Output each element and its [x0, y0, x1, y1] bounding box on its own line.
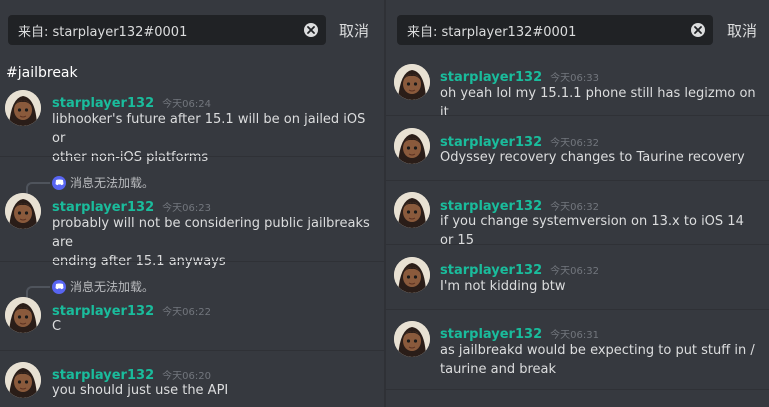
- message-content: probably will not be considering public …: [52, 214, 372, 271]
- reply-reference[interactable]: 消息无法加载。: [26, 174, 155, 198]
- discord-logo-icon: [52, 279, 66, 294]
- avatar[interactable]: [5, 90, 41, 126]
- message-line: oh yeah lol my 15.1.1 phone still has le…: [440, 86, 756, 120]
- search-query: 来自: starplayer132#0001: [18, 24, 188, 40]
- avatar[interactable]: [394, 128, 430, 164]
- divider: [0, 261, 384, 262]
- message-content: Odyssey recovery changes to Taurine reco…: [440, 148, 760, 167]
- divider: [386, 115, 769, 116]
- message-content: as jailbreakd would be expecting to put …: [440, 341, 760, 379]
- divider: [0, 350, 384, 351]
- author-name[interactable]: starplayer132: [440, 263, 542, 278]
- message-content: libhooker's future after 15.1 will be on…: [52, 110, 372, 167]
- author-name[interactable]: starplayer132: [52, 200, 154, 215]
- search-query: 来自: starplayer132#0001: [407, 24, 577, 40]
- avatar[interactable]: [394, 257, 430, 293]
- avatar[interactable]: [5, 362, 41, 398]
- message-header: starplayer132 今天06:32: [440, 259, 599, 278]
- cancel-button[interactable]: 取消: [727, 20, 757, 41]
- message-header: starplayer132 今天06:31: [440, 323, 599, 342]
- clear-search-icon[interactable]: [691, 23, 705, 37]
- message-header: starplayer132 今天06:24: [52, 92, 211, 111]
- divider: [0, 156, 384, 157]
- search-bar[interactable]: 来自: starplayer132#0001: [8, 15, 326, 45]
- left-search-panel: 来自: starplayer132#0001 取消 #jailbreak sta…: [0, 0, 384, 407]
- author-name[interactable]: starplayer132: [440, 70, 542, 85]
- message-content: you should just use the API: [52, 381, 372, 400]
- avatar[interactable]: [394, 321, 430, 357]
- channel-name: #jailbreak: [6, 65, 78, 81]
- search-bar[interactable]: 来自: starplayer132#0001: [397, 15, 713, 45]
- message-line: other non-iOS platforms: [52, 150, 209, 165]
- avatar[interactable]: [5, 193, 41, 229]
- clear-search-icon[interactable]: [304, 23, 318, 37]
- timestamp: 今天06:23: [162, 203, 211, 214]
- avatar[interactable]: [394, 192, 430, 228]
- author-name[interactable]: starplayer132: [52, 96, 154, 111]
- timestamp: 今天06:33: [550, 73, 599, 84]
- message-line: as jailbreakd would be expecting to put …: [440, 343, 755, 358]
- cancel-button[interactable]: 取消: [339, 20, 369, 41]
- reply-reference[interactable]: 消息无法加载。: [26, 278, 155, 302]
- message-line: Odyssey recovery changes to Taurine reco…: [440, 150, 745, 165]
- message-line: you should just use the API: [52, 383, 229, 398]
- message-line: libhooker's future after 15.1 will be on…: [52, 112, 366, 146]
- avatar[interactable]: [5, 297, 41, 333]
- timestamp: 今天06:31: [550, 330, 599, 341]
- divider: [386, 309, 769, 310]
- timestamp: 今天06:24: [162, 99, 211, 110]
- timestamp: 今天06:32: [550, 266, 599, 277]
- message-content: oh yeah lol my 15.1.1 phone still has le…: [440, 84, 760, 122]
- divider: [386, 244, 769, 245]
- message-line: C: [52, 319, 62, 334]
- message-header: starplayer132 今天06:33: [440, 66, 599, 85]
- message-line: I'm not kidding btw: [440, 279, 566, 294]
- divider: [386, 389, 769, 390]
- reply-unavailable-text: 消息无法加载。: [70, 176, 155, 190]
- reply-unavailable-text: 消息无法加载。: [70, 280, 155, 294]
- search-input[interactable]: 来自: starplayer132#0001: [8, 15, 326, 45]
- discord-logo-icon: [52, 175, 66, 190]
- message-line: probably will not be considering public …: [52, 216, 370, 250]
- divider: [386, 180, 769, 181]
- message-content: I'm not kidding btw: [440, 277, 760, 296]
- author-name[interactable]: starplayer132: [440, 327, 542, 342]
- message-content: C: [52, 317, 372, 336]
- search-input[interactable]: 来自: starplayer132#0001: [397, 15, 713, 45]
- message-line: taurine and break: [440, 362, 557, 377]
- right-search-panel: 来自: starplayer132#0001 取消 starplayer132 今…: [386, 0, 769, 407]
- avatar[interactable]: [394, 64, 430, 100]
- message-header: starplayer132 今天06:23: [52, 196, 211, 215]
